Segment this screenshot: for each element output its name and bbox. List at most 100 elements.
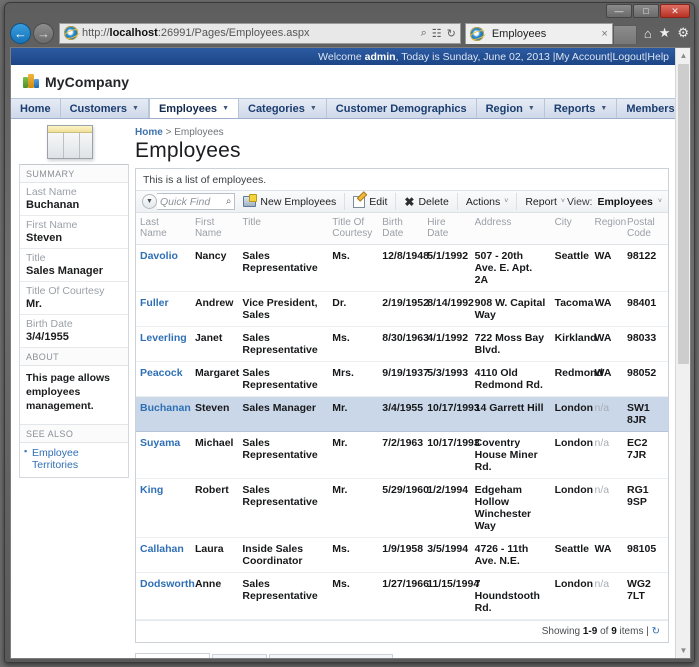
- view-label: View:: [566, 195, 593, 208]
- view-selector[interactable]: View: Employees ˅: [567, 196, 662, 208]
- quick-find-input[interactable]: Quick Find ⌕: [157, 193, 236, 210]
- row-link-cell[interactable]: Peacock: [136, 361, 191, 397]
- minimize-button[interactable]: —: [606, 4, 632, 18]
- breadcrumb-current: Employees: [174, 127, 224, 138]
- breadcrumb-home-link[interactable]: Home: [135, 127, 163, 138]
- nav-item-reports[interactable]: Reports ▼: [545, 99, 618, 118]
- tab-employees[interactable]: Employees: [135, 653, 211, 658]
- row-link-cell[interactable]: Fuller: [136, 291, 191, 327]
- search-icon[interactable]: ⌕: [421, 27, 427, 40]
- breadcrumb-separator: >: [162, 127, 175, 138]
- table-cell: SW1 8JR: [622, 396, 668, 432]
- table-cell: 14 Garrett Hill: [470, 396, 551, 432]
- new-employees-button[interactable]: New Employees: [241, 194, 338, 208]
- table-cell: London: [550, 478, 593, 538]
- row-link-cell[interactable]: Suyama: [136, 431, 191, 479]
- main-navigation: Home Customers ▼ Employees ▼ Categories ▼ C…: [11, 98, 677, 119]
- brand-row: MyCompany: [11, 65, 677, 98]
- refresh-icon[interactable]: ↻: [652, 626, 660, 637]
- view-value: Employees: [597, 195, 653, 208]
- my-account-link[interactable]: My Account: [556, 51, 610, 63]
- row-link-cell[interactable]: King: [136, 478, 191, 538]
- summary-header: SUMMARY: [20, 165, 128, 183]
- table-cell: Inside Sales Coordinator: [238, 537, 329, 573]
- compatibility-view-icon[interactable]: ☷: [432, 27, 442, 40]
- edit-button[interactable]: Edit: [351, 195, 389, 208]
- help-link[interactable]: Help: [647, 51, 669, 63]
- back-button[interactable]: ←: [10, 22, 31, 44]
- close-window-button[interactable]: ✕: [660, 4, 690, 18]
- row-link-cell[interactable]: Dodsworth: [136, 572, 195, 620]
- table-row[interactable]: Davolio Nancy Sales Representative Ms. 12/8/…: [136, 244, 668, 292]
- tab-close-icon[interactable]: ×: [601, 28, 607, 40]
- favorites-star-icon[interactable]: ★: [659, 25, 671, 41]
- tab-employee-territories[interactable]: Employee Territories: [268, 654, 393, 658]
- company-logo-icon: [23, 74, 39, 89]
- column-header-title[interactable]: Title: [238, 213, 329, 245]
- row-link-cell[interactable]: Callahan: [136, 537, 191, 573]
- scrollbar-thumb[interactable]: [678, 64, 689, 364]
- report-menu-button[interactable]: Report ˅: [523, 196, 567, 208]
- actions-menu-button[interactable]: Actions ˅: [464, 196, 511, 208]
- nav-item-customer-demographics[interactable]: Customer Demographics: [327, 99, 477, 118]
- maximize-button[interactable]: □: [633, 4, 659, 18]
- table-row[interactable]: Suyama Michael Sales Representative Mr. 7/2/…: [136, 431, 668, 479]
- nav-item-membership[interactable]: Membership: [617, 99, 677, 118]
- table-row[interactable]: Callahan Laura Inside Sales Coordinator Ms.…: [136, 537, 668, 573]
- nav-item-categories[interactable]: Categories ▼: [239, 99, 327, 118]
- column-header-birth-date[interactable]: Birth Date: [378, 213, 424, 245]
- column-header-first-name[interactable]: First Name: [190, 213, 239, 245]
- nav-item-customers[interactable]: Customers ▼: [61, 99, 149, 118]
- table-cell: Sales Manager: [238, 396, 329, 432]
- quick-find-dropdown-button[interactable]: ▼: [142, 194, 157, 209]
- row-link-cell[interactable]: Davolio: [136, 244, 191, 292]
- forward-button[interactable]: →: [33, 22, 54, 44]
- table-row[interactable]: Dodsworth Anne Sales Representative Ms. 1/27…: [136, 572, 668, 620]
- column-header-postal-code[interactable]: Postal Code: [622, 213, 668, 245]
- search-icon[interactable]: ⌕: [226, 196, 232, 207]
- table-cell: Ms.: [328, 244, 379, 292]
- table-row[interactable]: Buchanan Steven Sales Manager Mr. 3/4/1955 10…: [136, 396, 668, 432]
- row-link-cell[interactable]: Buchanan: [136, 396, 191, 432]
- table-cell: Coventry House Miner Rd.: [470, 431, 551, 479]
- refresh-icon[interactable]: ↻: [447, 27, 456, 40]
- table-row[interactable]: King Robert Sales Representative Mr. 5/29/19…: [136, 478, 668, 538]
- field-label: Title Of Courtesy: [26, 285, 105, 297]
- column-header-city[interactable]: City: [550, 213, 591, 245]
- scroll-down-icon[interactable]: ▼: [676, 643, 690, 658]
- vertical-scrollbar[interactable]: ▲ ▼: [675, 48, 690, 658]
- table-cell: 4/1/1992: [423, 326, 471, 362]
- column-header-hire-date[interactable]: Hire Date: [423, 213, 471, 245]
- nav-item-employees[interactable]: Employees ▼: [148, 99, 239, 118]
- column-header-address[interactable]: Address: [470, 213, 551, 245]
- table-row[interactable]: Leverling Janet Sales Representative Ms. 8/3…: [136, 326, 668, 362]
- table-row[interactable]: Fuller Andrew Vice President, Sales Dr. 2/19…: [136, 291, 668, 327]
- tab-orders[interactable]: Orders: [212, 654, 267, 658]
- nav-item-region[interactable]: Region ▼: [477, 99, 545, 118]
- column-header-last-name[interactable]: Last Name: [136, 213, 191, 245]
- tools-gear-icon[interactable]: ⚙: [677, 25, 689, 41]
- browser-tab-employees[interactable]: Employees ×: [464, 22, 613, 44]
- scroll-up-icon[interactable]: ▲: [676, 48, 690, 63]
- table-cell: 98052: [622, 361, 668, 397]
- row-link-cell[interactable]: Leverling: [136, 326, 191, 362]
- delete-button[interactable]: ✖ Delete: [402, 196, 450, 208]
- nav-label: Categories: [248, 102, 305, 115]
- address-bar[interactable]: http://localhost:26991/Pages/Employees.a…: [59, 22, 461, 44]
- table-cell: 98122: [622, 244, 668, 292]
- table-cell: Mr.: [328, 431, 379, 479]
- field-value: 3/4/1955: [20, 331, 128, 348]
- table-cell: Janet: [190, 326, 239, 362]
- field-label: Title: [26, 252, 46, 264]
- see-also-employee-territories[interactable]: Employee Territories: [20, 443, 128, 477]
- table-cell: Seattle: [550, 537, 591, 573]
- column-header-region[interactable]: Region: [590, 213, 626, 245]
- table-cell: 908 W. Capital Way: [470, 291, 551, 327]
- column-header-title-of-courtesy[interactable]: Title Of Courtesy: [328, 213, 379, 245]
- new-tab-button[interactable]: [612, 24, 637, 44]
- table-row[interactable]: Peacock Margaret Sales Representative Mrs. 9…: [136, 361, 668, 397]
- logout-link[interactable]: Logout: [613, 51, 645, 63]
- nav-item-home[interactable]: Home: [11, 99, 61, 118]
- home-icon[interactable]: ⌂: [644, 26, 652, 41]
- table-cell: Edgeham Hollow Winchester Way: [470, 478, 551, 538]
